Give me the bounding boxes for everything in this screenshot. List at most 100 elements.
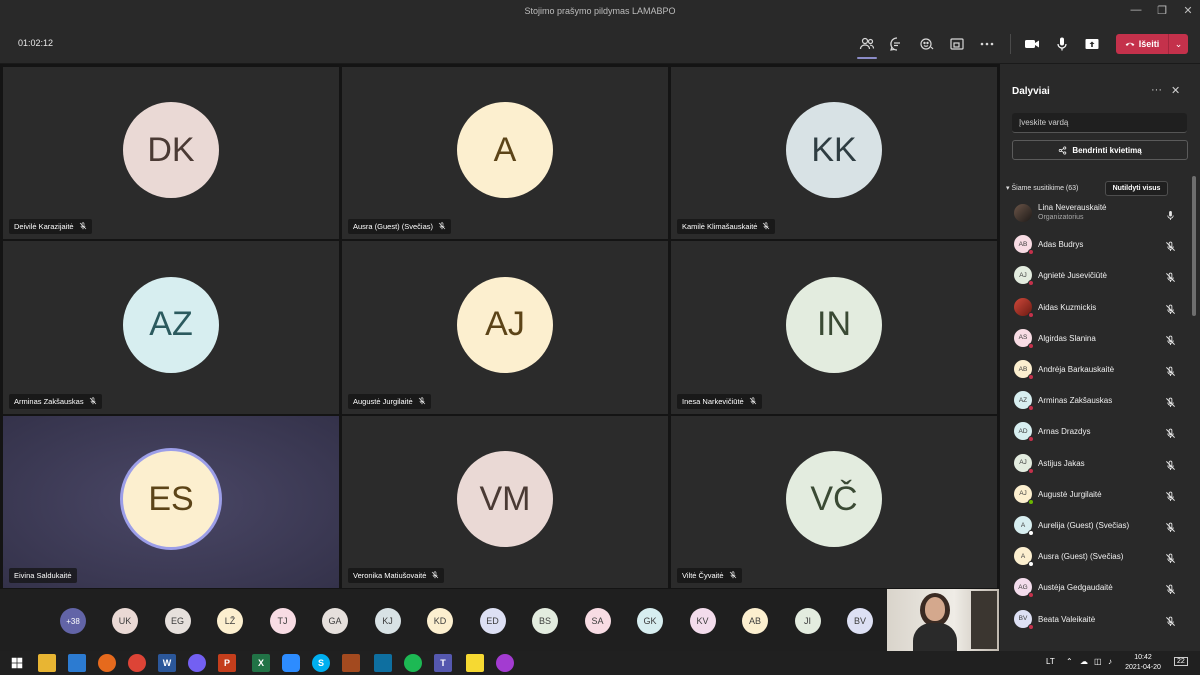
participants-icon[interactable] — [857, 34, 877, 54]
strip-participant-avatar[interactable]: KJ — [374, 608, 401, 634]
strip-participant-avatar[interactable]: BS — [532, 608, 558, 634]
share-invite-button[interactable]: Bendrinti kvietimą — [1012, 140, 1188, 160]
microphone-icon[interactable] — [1052, 34, 1072, 54]
participant-list-item[interactable]: AG Austėja Gedgaudaitė — [1012, 574, 1187, 602]
excel-icon[interactable]: X — [252, 654, 270, 672]
panel-more-options-icon[interactable]: ··· — [1151, 84, 1162, 96]
strip-participant-avatar[interactable]: LŽ — [217, 608, 243, 634]
muted-mic-icon[interactable] — [1165, 582, 1176, 595]
leave-button[interactable]: Išeiti — [1116, 34, 1168, 54]
participant-list-item[interactable]: Lina Neverauskaitė Organizatorius — [1012, 200, 1187, 228]
reactions-icon[interactable] — [917, 34, 937, 54]
powerpoint-icon[interactable]: P — [218, 654, 236, 672]
control-panel-icon[interactable] — [68, 654, 86, 672]
muted-mic-icon[interactable] — [1165, 614, 1176, 626]
teams-icon[interactable]: T — [434, 654, 452, 672]
photos-icon[interactable] — [342, 654, 360, 672]
spotify-icon[interactable] — [404, 654, 422, 672]
reader-app-icon[interactable] — [374, 654, 392, 672]
chat-icon[interactable] — [887, 34, 907, 54]
participant-list-item[interactable]: BV Beata Valeikaitė — [1012, 606, 1187, 634]
minimize-button[interactable]: — — [1124, 4, 1148, 16]
strip-participant-avatar[interactable]: AB — [742, 608, 768, 634]
self-video-preview[interactable] — [887, 589, 999, 651]
sticky-notes-icon[interactable] — [466, 654, 484, 672]
strip-participant-avatar[interactable]: SA — [584, 608, 611, 634]
strip-participant-avatar[interactable]: UK — [112, 608, 138, 634]
participant-list-item[interactable]: AS Algirdas Slanina — [1012, 325, 1187, 353]
taskbar-clock[interactable]: 10:42 2021-04-20 — [1122, 653, 1164, 673]
notifications-icon[interactable]: 22 — [1174, 657, 1188, 666]
participant-list-item[interactable]: A Aurelija (Guest) (Svečias) — [1012, 512, 1187, 540]
muted-mic-icon[interactable] — [1165, 239, 1176, 252]
more-actions-icon[interactable] — [977, 34, 997, 54]
participant-list-item[interactable]: AB Adas Budrys — [1012, 231, 1187, 259]
breakout-rooms-icon[interactable] — [947, 34, 967, 54]
chrome-icon[interactable] — [128, 654, 146, 672]
volume-icon[interactable]: ♪ — [1108, 657, 1112, 666]
video-tile[interactable]: VM Veronika Matiušovaitė — [342, 416, 668, 588]
firefox-icon[interactable] — [98, 654, 116, 672]
muted-mic-icon[interactable] — [1165, 302, 1176, 314]
maximize-button[interactable]: ❐ — [1150, 4, 1174, 17]
participant-list-item[interactable]: AB Andrėja Barkauskaitė — [1012, 356, 1187, 384]
participant-list-item[interactable]: A Ausra (Guest) (Svečias) — [1012, 543, 1187, 571]
skype-icon[interactable]: S — [312, 654, 330, 672]
viber-icon[interactable] — [188, 654, 206, 672]
more-participants-button[interactable]: +38 — [60, 608, 86, 634]
strip-participant-avatar[interactable]: JI — [794, 608, 821, 634]
video-tile[interactable]: IN Inesa Narkevičiūtė — [671, 241, 997, 414]
muted-mic-icon[interactable] — [1165, 489, 1176, 501]
panel-close-icon[interactable]: ✕ — [1171, 84, 1180, 97]
onedrive-icon[interactable]: ☁ — [1080, 657, 1088, 666]
tray-chevron-icon[interactable]: ⌃ — [1066, 657, 1073, 666]
muted-mic-icon[interactable] — [1165, 364, 1176, 376]
zoom-icon[interactable] — [282, 654, 300, 672]
camera-icon[interactable] — [1022, 34, 1042, 54]
video-tile[interactable]: VČ Viltė Čyvaitė — [671, 416, 997, 588]
close-window-button[interactable]: ✕ — [1176, 4, 1200, 17]
muted-mic-icon[interactable] — [1165, 270, 1176, 283]
participant-list-item[interactable]: AJ Astijus Jakas — [1012, 450, 1187, 478]
muted-mic-icon[interactable] — [1165, 395, 1176, 408]
messenger-icon[interactable] — [496, 654, 514, 672]
video-tile[interactable]: AZ Arminas Zakšauskas — [3, 241, 339, 414]
participant-list-item[interactable]: AJ Augustė Jurgilaitė — [1012, 481, 1187, 509]
video-tile[interactable]: DK Deivilė Karazijaitė — [3, 67, 339, 239]
mute-all-button[interactable]: Nutildyti visus — [1105, 181, 1168, 196]
strip-participant-avatar[interactable]: KD — [427, 608, 453, 634]
muted-mic-icon[interactable] — [1165, 333, 1176, 345]
muted-mic-icon[interactable] — [1165, 426, 1176, 439]
strip-participant-avatar[interactable]: EG — [164, 608, 191, 634]
strip-participant-avatar[interactable]: GK — [637, 608, 663, 634]
participant-list-item[interactable]: Aidas Kuzmickis — [1012, 294, 1187, 322]
leave-dropdown[interactable]: ⌄ — [1168, 34, 1188, 54]
windows-start-icon[interactable] — [8, 654, 26, 672]
participant-list-item[interactable]: AD Arnas Drazdys — [1012, 418, 1187, 446]
file-explorer-icon[interactable] — [38, 654, 56, 672]
strip-participant-avatar[interactable]: BV — [847, 608, 873, 634]
search-participants-input[interactable]: Įveskite vardą — [1012, 113, 1187, 133]
muted-mic-icon[interactable] — [1165, 458, 1176, 470]
strip-participant-avatar[interactable]: KV — [689, 608, 716, 634]
video-tile[interactable]: KK Kamilė Klimašauskaitė — [671, 67, 997, 239]
section-in-meeting[interactable]: ▾ Šiame susitikime (63) — [1006, 184, 1078, 192]
microphone-icon[interactable] — [1165, 208, 1176, 220]
share-screen-icon[interactable] — [1082, 34, 1102, 54]
panel-scrollbar[interactable] — [1192, 176, 1196, 316]
strip-participant-avatar[interactable]: ED — [479, 608, 506, 634]
participant-list-item[interactable]: AZ Arminas Zakšauskas — [1012, 387, 1187, 415]
participant-nameplate: Kamilė Klimašauskaitė — [677, 219, 776, 234]
video-tile[interactable]: A Ausra (Guest) (Svečias) — [342, 67, 668, 239]
video-tile[interactable]: ES Eivina Saldukaitė — [3, 416, 339, 588]
video-tile[interactable]: AJ Augustė Jurgilaitė — [342, 241, 668, 414]
muted-mic-icon[interactable] — [1165, 520, 1176, 532]
presence-status-dot — [1028, 280, 1034, 287]
word-icon[interactable]: W — [158, 654, 176, 672]
network-icon[interactable]: ◫ — [1094, 657, 1102, 666]
language-indicator[interactable]: LT — [1046, 657, 1055, 666]
muted-mic-icon[interactable] — [1165, 551, 1176, 564]
strip-participant-avatar[interactable]: TJ — [269, 608, 296, 634]
strip-participant-avatar[interactable]: GA — [322, 608, 348, 634]
participant-list-item[interactable]: AJ Agnietė Jusevičiūtė — [1012, 262, 1187, 290]
